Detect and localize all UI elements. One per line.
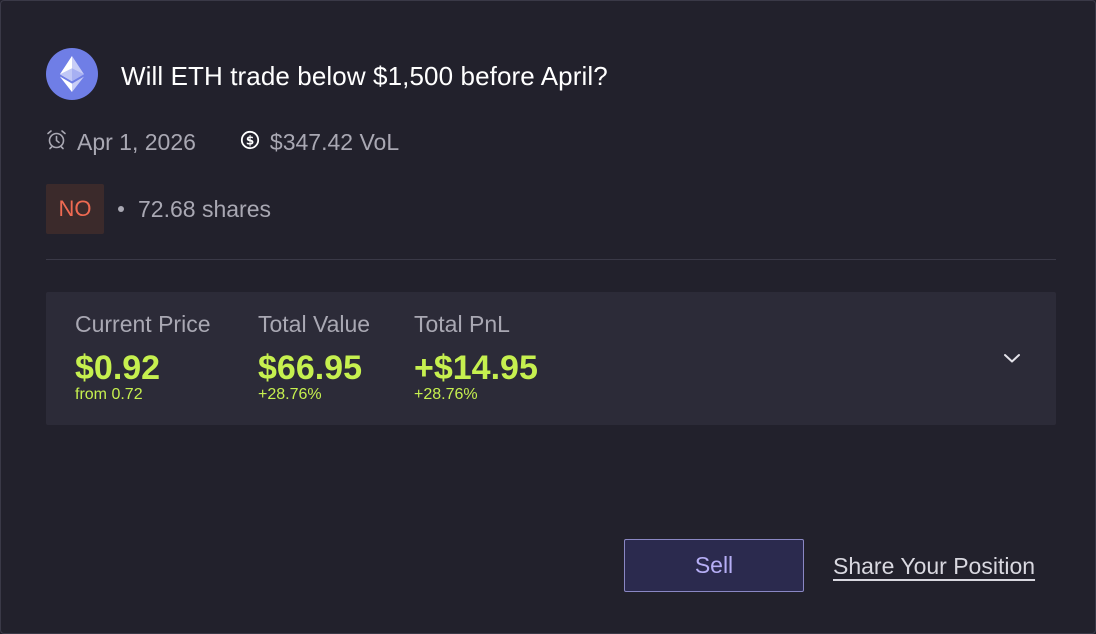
end-date: Apr 1, 2026	[46, 129, 196, 156]
market-title: Will ETH trade below $1,500 before April…	[121, 61, 608, 91]
current-price-label: Current Price	[75, 311, 211, 337]
current-price-value: $0.92	[75, 349, 161, 387]
position-side-badge: NO	[46, 184, 104, 234]
total-value-stat: Total Value $66.95 +28.76%	[258, 310, 370, 404]
dollar-coin-icon: $	[240, 129, 270, 156]
position-card: Will ETH trade below $1,500 before April…	[0, 0, 1096, 634]
svg-text:$: $	[246, 133, 254, 147]
total-pnl-label: Total PnL	[414, 311, 510, 337]
total-value-label: Total Value	[258, 311, 371, 337]
position-stats-panel: Current Price $0.92 from 0.72 Total Valu…	[46, 292, 1056, 425]
shares-text: 72.68 shares	[138, 196, 271, 222]
alarm-clock-icon	[46, 129, 77, 156]
total-value-value: $66.95	[258, 349, 362, 387]
divider	[46, 259, 1056, 260]
total-value-sub: +28.76%	[258, 386, 322, 403]
shares-count: 72.68 shares	[118, 193, 271, 225]
current-price-stat: Current Price $0.92 from 0.72	[75, 310, 210, 404]
current-price-sub: from 0.72	[75, 386, 143, 403]
share-position-link[interactable]: Share Your Position	[833, 550, 1035, 582]
sell-button[interactable]: Sell	[624, 539, 804, 592]
separator-dot	[118, 205, 124, 212]
volume: $ $347.42 VoL	[240, 129, 399, 156]
chevron-down-icon[interactable]	[1002, 348, 1022, 368]
ethereum-logo-icon	[46, 48, 98, 100]
total-pnl-value: +$14.95	[414, 349, 538, 387]
total-pnl-stat: Total PnL +$14.95 +28.76%	[414, 310, 538, 404]
total-pnl-sub: +28.76%	[414, 386, 478, 403]
end-date-text: Apr 1, 2026	[77, 128, 196, 155]
volume-text: $347.42 VoL	[269, 128, 400, 155]
market-meta: Apr 1, 2026 $ $347.42 VoL	[46, 125, 399, 159]
